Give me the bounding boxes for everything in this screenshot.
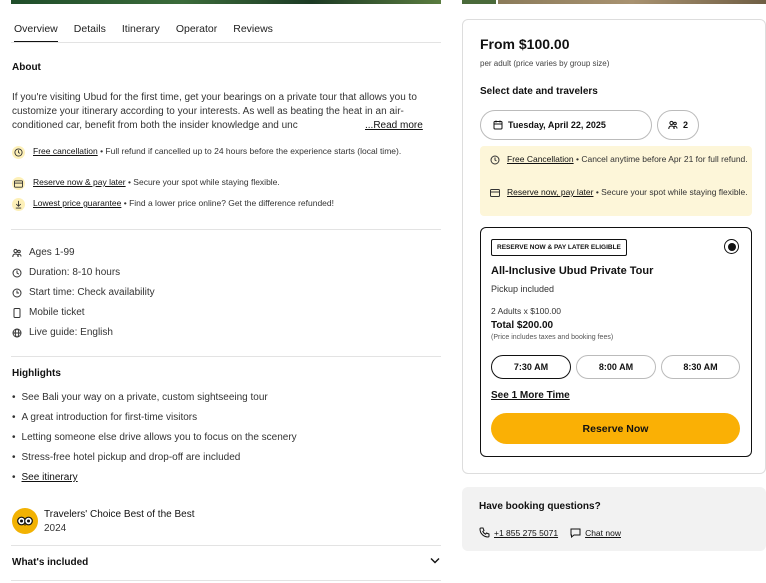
calendar-icon <box>493 120 503 130</box>
tab-overview[interactable]: Overview <box>14 23 58 43</box>
price-note: per adult (price varies by group size) <box>480 59 610 68</box>
reserve-later-info-link[interactable]: Reserve now, pay later <box>507 187 593 197</box>
tab-details[interactable]: Details <box>74 23 106 43</box>
phone-icon <box>479 527 490 538</box>
option-radio[interactable] <box>724 239 739 254</box>
traveler-count: 2 <box>682 120 688 130</box>
whats-included-title: What's included <box>12 557 89 568</box>
detail-label: Mobile ticket <box>29 307 85 318</box>
price-calculation: 2 Adults x $100.00 <box>491 306 561 316</box>
wallet-icon <box>12 177 25 190</box>
info-free-cancellation: Free Cancellation • Cancel anytime befor… <box>489 154 751 165</box>
gallery-photo-main[interactable] <box>11 0 441 4</box>
whats-included-accordion[interactable]: What's included <box>12 557 440 568</box>
free-cancellation-info-link[interactable]: Free Cancellation <box>507 154 574 164</box>
tab-itinerary[interactable]: Itinerary <box>122 23 160 43</box>
detail-label: Start time: Check availability <box>29 287 155 298</box>
price-from: From $100.00 <box>480 36 570 52</box>
time-slot-button[interactable]: 7:30 AM <box>491 355 571 379</box>
phone-link[interactable]: +1 855 275 5071 <box>494 528 558 538</box>
selected-date: Tuesday, April 22, 2025 <box>508 120 606 130</box>
perk-text: • Secure your spot while staying flexibl… <box>125 177 280 187</box>
tab-reviews[interactable]: Reviews <box>233 23 273 43</box>
chat-icon <box>570 528 581 538</box>
price-tag-icon <box>12 198 25 211</box>
highlight-item: Letting someone else drive allows you to… <box>12 432 297 443</box>
see-more-times-link[interactable]: See 1 More Time <box>491 390 570 401</box>
reserve-now-button[interactable]: Reserve Now <box>491 413 740 444</box>
perk-reserve-later: Reserve now & pay later • Secure your sp… <box>12 177 437 190</box>
section-tabs: Overview Details Itinerary Operator Revi… <box>14 23 289 43</box>
divider <box>11 229 441 230</box>
mobile-icon <box>12 307 22 318</box>
time-slot-button[interactable]: 8:00 AM <box>576 355 656 379</box>
group-icon <box>668 120 678 130</box>
highlight-item: A great introduction for first-time visi… <box>12 412 198 423</box>
detail-label: Ages 1-99 <box>29 247 75 258</box>
taxes-note: (Price includes taxes and booking fees) <box>491 334 614 341</box>
price-total: Total $200.00 <box>491 320 554 331</box>
chevron-down-icon <box>430 556 440 567</box>
chat-now-link[interactable]: Chat now <box>585 528 621 538</box>
tab-operator[interactable]: Operator <box>176 23 217 43</box>
highlights-title: Highlights <box>12 368 61 379</box>
date-picker-button[interactable]: Tuesday, April 22, 2025 <box>480 110 652 140</box>
option-pickup: Pickup included <box>491 284 555 294</box>
wallet-icon <box>489 187 501 199</box>
detail-mobile-ticket: Mobile ticket <box>12 307 85 318</box>
perk-text: • Full refund if cancelled up to 24 hour… <box>97 146 402 156</box>
tabs-divider <box>11 42 441 43</box>
info-text: • Secure your spot while staying flexibl… <box>593 187 748 197</box>
award-year: 2024 <box>44 522 67 534</box>
perk-lowest-price: Lowest price guarantee • Find a lower pr… <box>12 198 437 211</box>
lowest-price-link[interactable]: Lowest price guarantee <box>33 198 121 208</box>
perk-free-cancellation: Free cancellation • Full refund if cance… <box>12 146 437 159</box>
detail-live-guide: Live guide: English <box>12 327 113 338</box>
questions-title: Have booking questions? <box>479 501 601 512</box>
divider <box>11 356 441 357</box>
detail-ages: Ages 1-99 <box>12 247 75 258</box>
booking-questions-panel <box>462 487 766 551</box>
travelers-choice-award: Travelers' Choice Best of the Best 2024 <box>12 508 195 534</box>
detail-label: Live guide: English <box>29 327 113 338</box>
option-title: All-Inclusive Ubud Private Tour <box>491 265 654 277</box>
reserve-later-link[interactable]: Reserve now & pay later <box>33 177 126 187</box>
detail-label: Duration: 8-10 hours <box>29 267 121 278</box>
highlight-item: Stress-free hotel pickup and drop-off ar… <box>12 452 241 463</box>
see-itinerary-link[interactable]: See itinerary <box>22 472 78 483</box>
award-title: Travelers' Choice Best of the Best <box>44 508 195 520</box>
info-reserve-later: Reserve now, pay later • Secure your spo… <box>489 187 751 198</box>
divider <box>11 545 441 546</box>
travelers-picker-button[interactable]: 2 <box>657 110 699 140</box>
timer-icon <box>12 268 22 278</box>
gallery-photo-right[interactable] <box>498 0 766 4</box>
read-more-link[interactable]: ...Read more <box>363 120 423 131</box>
clock-cancel-icon <box>489 154 501 166</box>
globe-icon <box>12 328 22 338</box>
contact-links: +1 855 275 5071 Chat now <box>479 527 621 538</box>
photo-strip <box>0 0 766 4</box>
time-slot-button[interactable]: 8:30 AM <box>661 355 740 379</box>
select-date-title: Select date and travelers <box>480 86 598 97</box>
clock-cancel-icon <box>12 146 25 159</box>
info-text: • Cancel anytime before Apr 21 for full … <box>573 154 748 164</box>
free-cancellation-link[interactable]: Free cancellation <box>33 146 98 156</box>
detail-duration: Duration: 8-10 hours <box>12 267 120 278</box>
group-icon <box>12 248 22 258</box>
owl-award-icon <box>12 508 38 534</box>
perk-text: • Find a lower price online? Get the dif… <box>121 198 334 208</box>
detail-start-time: Start time: Check availability <box>12 287 155 298</box>
about-title: About <box>12 62 41 73</box>
gallery-photo-side[interactable] <box>462 0 496 4</box>
clock-icon <box>12 288 22 298</box>
see-itinerary-item: See itinerary <box>12 472 78 483</box>
highlight-item: See Bali your way on a private, custom s… <box>12 392 268 403</box>
eligible-badge: RESERVE NOW & PAY LATER ELIGIBLE <box>491 239 627 256</box>
divider <box>11 580 441 581</box>
